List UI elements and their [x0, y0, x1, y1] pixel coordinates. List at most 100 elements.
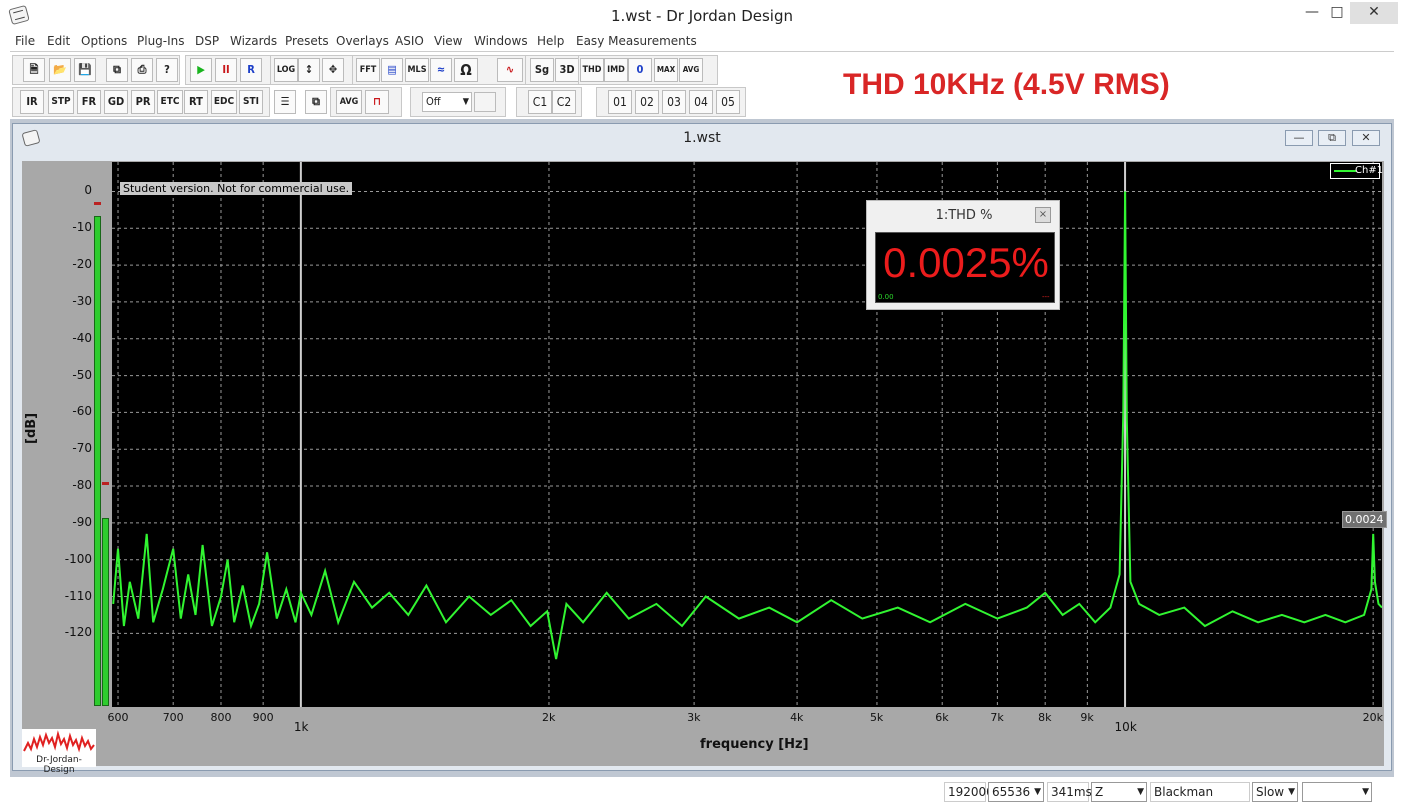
channel-1-button[interactable]: C1	[528, 90, 552, 114]
close-button[interactable]: ✕	[1350, 2, 1398, 24]
sg-button[interactable]: Sg	[530, 58, 554, 82]
child-restore-button[interactable]: ⧉	[1318, 130, 1346, 146]
plot-area[interactable]	[112, 162, 1382, 707]
gd-button[interactable]: GD	[104, 90, 128, 114]
open-folder-icon[interactable]: 📂	[49, 58, 71, 82]
menu-file[interactable]: File	[15, 34, 35, 48]
y-tick-label: -60	[72, 404, 92, 419]
copy-icon[interactable]: ⧉	[106, 58, 128, 82]
sti-button[interactable]: STI	[239, 90, 263, 114]
x-tick-label: 4k	[790, 711, 804, 724]
x-tick-label: 900	[252, 711, 274, 724]
x-tick-label: 700	[162, 711, 184, 724]
spectrum-icon[interactable]: ▤	[381, 58, 403, 82]
chevron-down-icon: ▼	[1362, 787, 1369, 797]
edc-button[interactable]: EDC	[211, 90, 237, 114]
print-icon[interactable]: ⎙	[131, 58, 153, 82]
menu-presets[interactable]: Presets	[285, 34, 329, 48]
range-dropdown[interactable]: Off ▼	[422, 92, 472, 112]
preset-02-button[interactable]: 02	[635, 90, 659, 114]
etc-button[interactable]: ETC	[157, 90, 183, 114]
menu-easy-measurements[interactable]: Easy Measurements	[576, 34, 697, 48]
windows-icon[interactable]: ⧉	[305, 90, 327, 114]
impedance-icon[interactable]: Ω	[454, 58, 478, 82]
pr-button[interactable]: PR	[131, 90, 155, 114]
y-tick-label: 0	[84, 183, 92, 198]
edit-icon[interactable]: ☰	[274, 90, 296, 114]
mls-button[interactable]: MLS	[405, 58, 429, 82]
help-icon[interactable]: ?	[156, 58, 178, 82]
preset-04-button[interactable]: 04	[689, 90, 713, 114]
avg-button[interactable]: AVG	[336, 90, 362, 114]
legend-label-ch1: Ch#1	[1355, 165, 1384, 176]
fft-button[interactable]: FFT	[356, 58, 380, 82]
menu-wizards[interactable]: Wizards	[230, 34, 277, 48]
max-button[interactable]: MAX	[654, 58, 678, 82]
log-button[interactable]: LOG	[274, 58, 298, 82]
thd-close-icon[interactable]: ×	[1035, 207, 1051, 223]
menu-overlays[interactable]: Overlays	[336, 34, 389, 48]
thd-meter-panel[interactable]: 1:THD % × 0.0025% 0.00 ---	[866, 200, 1060, 310]
y-tick-label: -90	[72, 514, 92, 529]
maximize-button[interactable]: □	[1325, 2, 1349, 24]
overlay-wave-icon[interactable]: ∿	[497, 58, 523, 82]
imd-button[interactable]: IMD	[604, 58, 628, 82]
menu-view[interactable]: View	[434, 34, 462, 48]
channel-2-button[interactable]: C2	[552, 90, 576, 114]
menu-plugins[interactable]: Plug-Ins	[137, 34, 185, 48]
extra-dropdown[interactable]: ▼	[1302, 782, 1372, 802]
thd-button[interactable]: THD	[580, 58, 604, 82]
rt-button[interactable]: RT	[184, 90, 208, 114]
logo-text: Dr-Jordan-Design	[36, 755, 82, 775]
pulse-icon[interactable]: ⊓	[365, 90, 389, 114]
save-icon[interactable]: 💾	[74, 58, 96, 82]
x-tick-label: 7k	[990, 711, 1004, 724]
series-line-ch1	[112, 191, 1382, 660]
ir-button[interactable]: IR	[20, 90, 44, 114]
record-button[interactable]: R	[240, 58, 262, 82]
fft-size-dropdown[interactable]: 65536 ▼	[988, 782, 1044, 802]
pause-icon[interactable]: II	[215, 58, 237, 82]
range-field[interactable]	[474, 92, 496, 112]
menu-dsp[interactable]: DSP	[195, 34, 219, 48]
window-function-value: Blackman	[1154, 785, 1214, 799]
x-tick-label: 5k	[869, 711, 884, 724]
weighting-dropdown[interactable]: Z ▼	[1091, 782, 1147, 802]
menu-bar: File Edit Options Plug-Ins DSP Wizards P…	[10, 33, 1394, 51]
menu-options[interactable]: Options	[81, 34, 127, 48]
avg-top-button[interactable]: AVG	[679, 58, 703, 82]
new-file-icon[interactable]: 🗎	[23, 58, 45, 82]
speed-dropdown[interactable]: Slow ▼	[1252, 782, 1298, 802]
menu-asio[interactable]: ASIO	[395, 34, 424, 48]
preset-01-button[interactable]: 01	[608, 90, 632, 114]
stp-button[interactable]: STP	[48, 90, 74, 114]
child-close-button[interactable]: ✕	[1352, 130, 1380, 146]
child-minimize-button[interactable]: —	[1285, 130, 1313, 146]
fr-button[interactable]: FR	[77, 90, 101, 114]
preset-03-button[interactable]: 03	[662, 90, 686, 114]
y-tick-label: -100	[64, 551, 92, 566]
menu-edit[interactable]: Edit	[47, 34, 70, 48]
move-icon[interactable]: ✥	[322, 58, 344, 82]
x-tick-label: 1k	[293, 720, 309, 734]
sample-rate-value: 192000	[948, 785, 994, 799]
x-tick-label: 3k	[687, 711, 701, 724]
play-icon[interactable]: ▶	[190, 58, 212, 82]
y-tick-label: -110	[64, 588, 92, 603]
vertical-zoom-icon[interactable]: ↕	[298, 58, 320, 82]
student-version-note: Student version. Not for commercial use.	[120, 182, 353, 195]
window-title: 1.wst - Dr Jordan Design	[611, 7, 793, 25]
x-tick-label: 9k	[1080, 711, 1094, 724]
menu-help[interactable]: Help	[537, 34, 564, 48]
menu-windows[interactable]: Windows	[474, 34, 528, 48]
minimize-button[interactable]: —	[1300, 2, 1324, 24]
preset-05-button[interactable]: 05	[716, 90, 740, 114]
fft-size-value: 65536	[992, 785, 1031, 799]
y-tick-label: -10	[72, 220, 92, 235]
duration-value: 341ms	[1051, 785, 1092, 799]
window-function-field: Blackman	[1150, 782, 1250, 802]
chart-legend: Ch#1	[1330, 163, 1384, 179]
zero-button[interactable]: 0	[628, 58, 652, 82]
3d-button[interactable]: 3D	[555, 58, 579, 82]
waveform-icon[interactable]: ≈	[430, 58, 452, 82]
